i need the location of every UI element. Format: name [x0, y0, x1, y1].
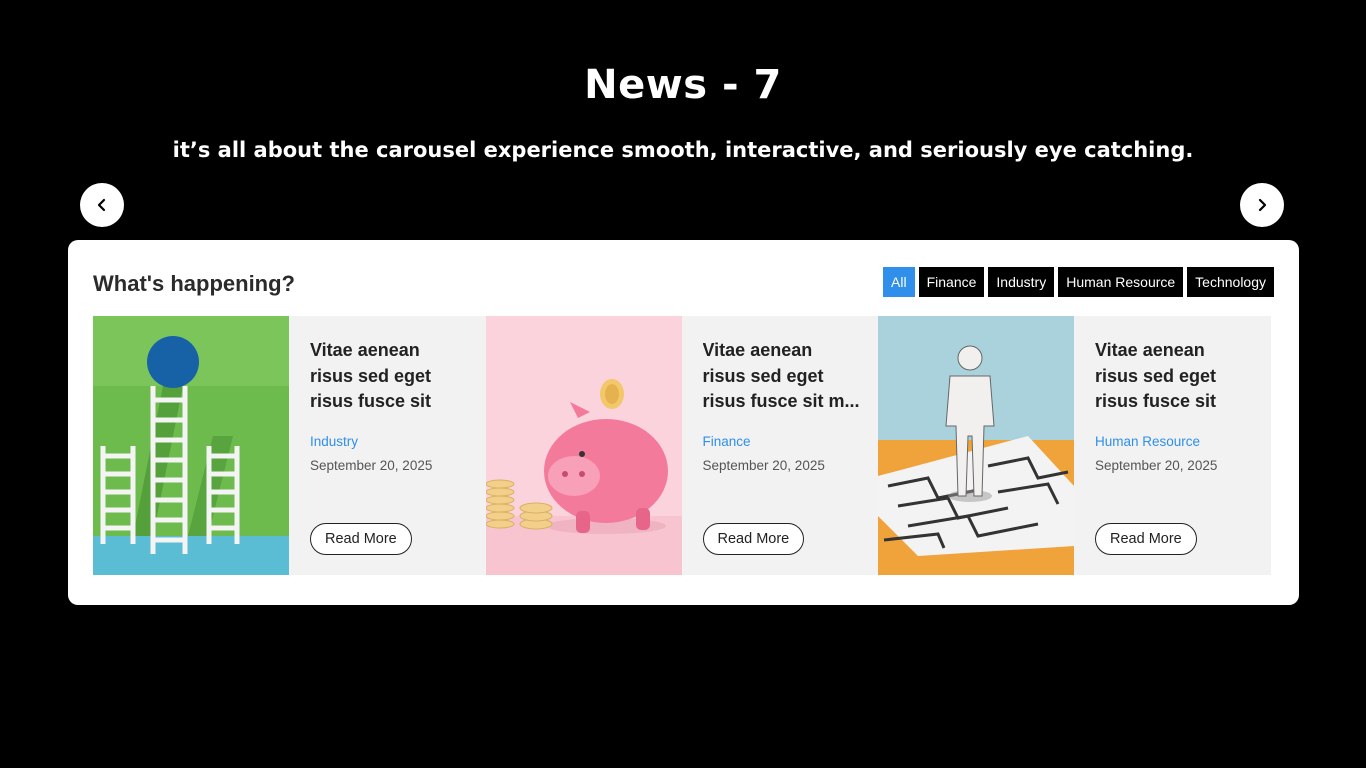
filter-all[interactable]: All — [883, 267, 915, 297]
filter-finance[interactable]: Finance — [918, 267, 985, 297]
carousel-prev-button[interactable] — [80, 183, 124, 227]
news-card: Vitae aenean risus sed eget risus fusce … — [93, 316, 486, 575]
card-date: September 20, 2025 — [1095, 458, 1218, 473]
card-category[interactable]: Human Resource — [1095, 434, 1253, 449]
filter-human-resource[interactable]: Human Resource — [1058, 267, 1184, 297]
card-title[interactable]: Vitae aenean risus sed eget risus fusce … — [310, 338, 468, 415]
filter-technology[interactable]: Technology — [1187, 267, 1274, 297]
card-date: September 20, 2025 — [702, 458, 825, 473]
card-date: September 20, 2025 — [310, 458, 433, 473]
ladders-goal-image[interactable] — [93, 316, 289, 575]
panel-heading: What's happening? — [93, 271, 295, 296]
filter-industry[interactable]: Industry — [988, 267, 1055, 297]
card-body: Vitae aenean risus sed eget risus fusce … — [289, 316, 486, 575]
card-body: Vitae aenean risus sed eget risus fusce … — [681, 316, 878, 575]
news-panel: What's happening? All Finance Industry H… — [68, 240, 1299, 605]
page-title: News - 7 — [584, 62, 782, 108]
news-card: Vitae aenean risus sed eget risus fusce … — [485, 316, 878, 575]
page-subtitle: it’s all about the carousel experience s… — [172, 138, 1194, 162]
card-body: Vitae aenean risus sed eget risus fusce … — [1074, 316, 1271, 575]
chevron-right-icon — [1258, 198, 1267, 212]
chevron-left-icon — [97, 198, 106, 212]
card-category[interactable]: Industry — [310, 434, 468, 449]
category-filters: All Finance Industry Human Resource Tech… — [883, 267, 1274, 297]
carousel-next-button[interactable] — [1240, 183, 1284, 227]
maze-figure-image[interactable] — [878, 316, 1074, 575]
read-more-button[interactable]: Read More — [310, 523, 412, 555]
piggy-bank-image[interactable] — [485, 316, 682, 575]
card-category[interactable]: Finance — [703, 434, 861, 449]
news-carousel: Vitae aenean risus sed eget risus fusce … — [93, 316, 1271, 575]
news-card: Vitae aenean risus sed eget risus fusce … — [878, 316, 1271, 575]
read-more-button[interactable]: Read More — [702, 523, 805, 555]
card-title[interactable]: Vitae aenean risus sed eget risus fusce … — [1095, 338, 1253, 415]
card-title[interactable]: Vitae aenean risus sed eget risus fusce … — [703, 338, 861, 415]
read-more-button[interactable]: Read More — [1095, 523, 1197, 555]
